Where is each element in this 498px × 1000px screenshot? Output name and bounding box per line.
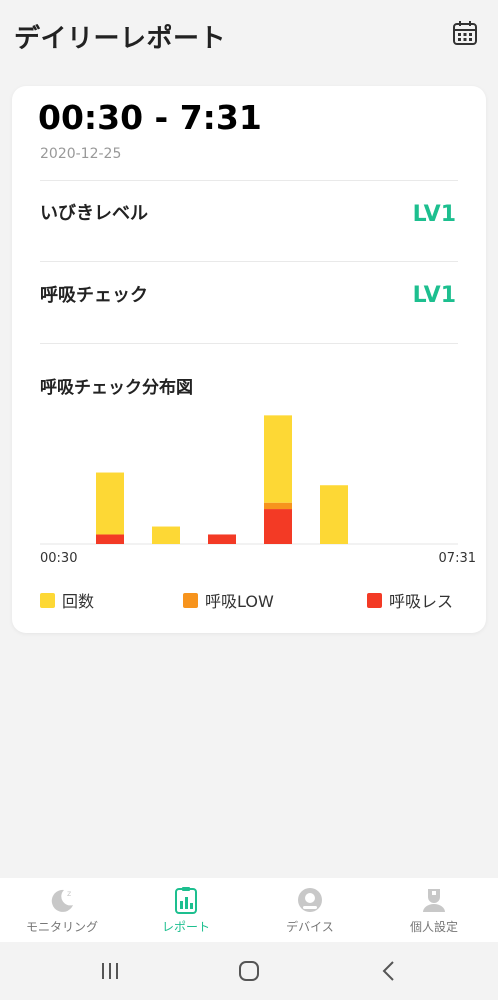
system-navigation-bar [0,942,498,1000]
divider [40,343,458,344]
bar-segment [320,485,348,544]
legend-item-breath-less: 呼吸レス [367,588,453,612]
person-icon [423,889,445,912]
page-title: デイリーレポート [14,24,227,54]
chart-legend: 回数 呼吸LOW 呼吸レス [40,588,460,612]
legend-swatch [183,592,198,608]
nav-label: デバイス [286,920,334,934]
legend-item-breath-low: 呼吸LOW [183,588,274,612]
clipboard-chart-icon [175,887,197,914]
moon-sleep-icon: z [51,889,73,912]
breath-check-label: 呼吸チェック [40,285,148,306]
bar-segment [264,502,292,510]
bar-segment [264,415,292,503]
legend-swatch [40,592,55,608]
legend-label: 回数 [62,592,95,611]
nav-item-report[interactable]: レポート [124,878,248,942]
chart-title: 呼吸チェック分布図 [40,378,193,398]
divider [40,180,458,181]
breath-distribution-chart: 00:30 07:31 [40,415,476,566]
x-tick-label: 00:30 [40,551,77,566]
nav-item-monitoring[interactable]: z モニタリング [0,878,124,942]
home-icon[interactable] [236,958,262,984]
bar-segment [208,534,236,544]
snore-level-label: いびきレベル [40,203,148,224]
bar-segment [264,509,292,544]
app-header: デイリーレポート [0,0,498,76]
legend-label: 呼吸レス [389,592,454,611]
calendar-icon [453,21,477,45]
nav-label: モニタリング [25,920,98,934]
calendar-button[interactable] [452,20,478,46]
legend-label: 呼吸LOW [205,592,274,611]
nav-label: レポート [161,920,210,934]
device-icon [298,888,322,912]
report-date: 2020-12-25 [40,146,122,162]
sleep-time-range: 00:30 - 7:31 [38,98,262,137]
nav-item-personal-settings[interactable]: 個人設定 [372,878,496,942]
recent-apps-icon[interactable] [97,958,123,984]
bottom-navigation: z モニタリング レポート デバイス 個人設定 [0,878,498,942]
nav-label: 個人設定 [409,920,458,934]
snore-level-value: LV1 [412,202,456,227]
divider [40,261,458,262]
bar-segment [152,526,180,544]
daily-report-card: 00:30 - 7:31 2020-12-25 いびきレベル LV1 呼吸チェッ… [12,86,486,633]
x-tick-label: 07:31 [439,551,476,566]
nav-item-device[interactable]: デバイス [248,878,372,942]
breath-check-value: LV1 [412,283,456,308]
bar-segment [96,534,124,544]
legend-swatch [367,592,382,608]
back-icon[interactable] [376,958,402,984]
bar-segment [96,472,124,535]
legend-item-count: 回数 [40,588,94,612]
svg-text:z: z [67,889,71,898]
